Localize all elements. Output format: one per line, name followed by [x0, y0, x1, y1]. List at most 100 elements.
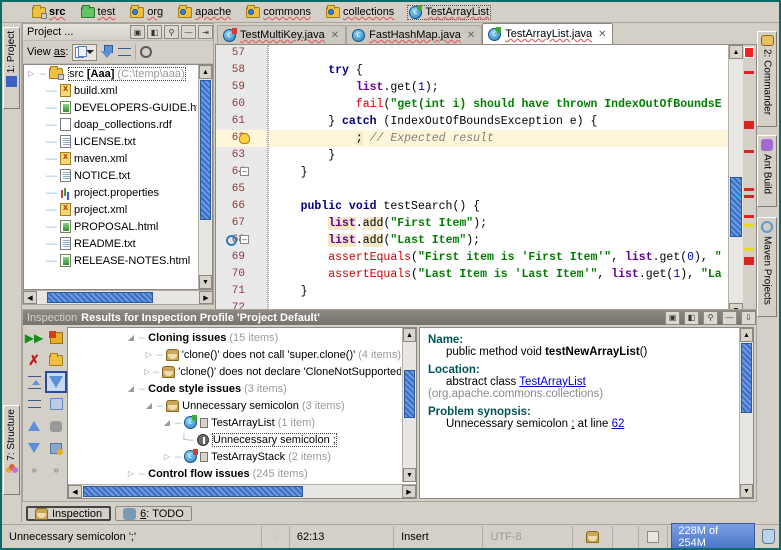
- tree-row[interactable]: ◢ – Unnecessary semicolon (3 items): [68, 397, 401, 414]
- caret-position[interactable]: 62:13: [290, 525, 395, 548]
- toggle-icon[interactable]: [646, 530, 659, 543]
- float-icon[interactable]: ▣: [665, 310, 680, 325]
- breadcrumb-item-testarraylist[interactable]: TestArrayList: [407, 4, 491, 20]
- view-as-dropdown[interactable]: [72, 43, 98, 61]
- scrollbar-thumb[interactable]: [83, 486, 303, 497]
- project-tree[interactable]: ▷ – src [Aaa] (C:\temp\aaa) — build.xml …: [23, 64, 213, 290]
- scrollbar-thumb[interactable]: [200, 80, 211, 220]
- tree-row[interactable]: — LICENSE.txt: [24, 133, 197, 150]
- chevron-right-icon[interactable]: ▷: [162, 452, 172, 461]
- error-stripe-mark[interactable]: [744, 215, 754, 218]
- scroll-up-icon[interactable]: ▲: [729, 45, 743, 59]
- tree-row[interactable]: — NOTICE.txt: [24, 167, 197, 184]
- inspection-tree-horizontal-scrollbar[interactable]: ◀ ▶: [68, 484, 416, 498]
- fold-collapse-icon[interactable]: –: [240, 167, 249, 176]
- breadcrumb-item-apache[interactable]: apache: [176, 4, 233, 19]
- garbage-collect-button[interactable]: [758, 529, 779, 544]
- tree-row[interactable]: — DEVELOPERS-GUIDE.html: [24, 99, 197, 116]
- close-icon[interactable]: ✗: [23, 349, 45, 371]
- close-icon[interactable]: ✕: [331, 30, 339, 41]
- minimize-icon[interactable]: —: [181, 25, 196, 39]
- suppress-icon[interactable]: [45, 415, 67, 437]
- rerun-icon[interactable]: ▶▶: [23, 327, 45, 349]
- sidebar-item-commander[interactable]: 2: Commander: [757, 31, 777, 127]
- project-tree-vertical-scrollbar[interactable]: ▲ ▼: [198, 65, 212, 289]
- breadcrumb-item-commons[interactable]: commons: [244, 4, 313, 19]
- inspection-tree-vertical-scrollbar[interactable]: ▲ ▼: [402, 328, 416, 482]
- tree-row[interactable]: — build.xml: [24, 82, 197, 99]
- error-stripe-mark[interactable]: [744, 257, 754, 265]
- error-stripe-marker-panel[interactable]: [743, 45, 756, 317]
- scroll-down-icon[interactable]: ▼: [199, 275, 212, 289]
- breadcrumb-item-src[interactable]: src: [30, 4, 68, 19]
- warning-stripe-mark[interactable]: [744, 248, 754, 251]
- error-stripe-mark[interactable]: [744, 47, 754, 58]
- scroll-left-icon[interactable]: ◀: [68, 485, 82, 498]
- hide-icon[interactable]: ⇥: [198, 25, 213, 39]
- tree-row[interactable]: ▷– TestArrayStack (2 items): [68, 448, 401, 465]
- scroll-down-icon[interactable]: ▼: [740, 484, 753, 498]
- more-left-icon[interactable]: »: [23, 459, 45, 481]
- autoscroll-to-source-icon[interactable]: [101, 45, 114, 59]
- tree-row[interactable]: ▷ – 'clone()' does not call 'super.clone(…: [68, 346, 401, 363]
- scroll-left-icon[interactable]: ◀: [23, 291, 37, 304]
- tree-row[interactable]: — RELEASE-NOTES.html: [24, 252, 197, 269]
- editor-vertical-scrollbar[interactable]: ▲ ▼: [728, 45, 743, 317]
- warning-stripe-mark[interactable]: [744, 224, 754, 227]
- scroll-up-icon[interactable]: ▲: [740, 328, 753, 342]
- inspection-profile-indicator[interactable]: [573, 525, 613, 548]
- sidebar-item-structure[interactable]: 7: Structure: [3, 405, 20, 495]
- error-stripe-mark[interactable]: [744, 71, 754, 74]
- minimize-icon[interactable]: —: [722, 310, 737, 325]
- next-occurrence-icon[interactable]: [23, 437, 45, 459]
- chevron-down-icon[interactable]: ◢: [126, 384, 136, 393]
- scroll-right-icon[interactable]: ▶: [199, 291, 213, 304]
- scroll-down-icon[interactable]: ▼: [403, 468, 416, 482]
- chevron-down-icon[interactable]: ◢: [126, 333, 136, 342]
- tree-row[interactable]: — project.properties: [24, 184, 197, 201]
- breadcrumb-item-collections[interactable]: collections: [324, 4, 396, 19]
- close-icon[interactable]: ✕: [598, 29, 606, 40]
- tab-todo[interactable]: 6: TODO: [115, 506, 192, 521]
- previous-occurrence-icon[interactable]: [23, 415, 45, 437]
- sidebar-item-ant-build[interactable]: Ant Build: [757, 135, 777, 207]
- detail-class-link[interactable]: TestArrayList: [519, 376, 585, 388]
- more-right-icon[interactable]: »: [45, 459, 67, 481]
- scrollbar-thumb[interactable]: [47, 292, 153, 303]
- scroll-right-icon[interactable]: ▶: [402, 485, 416, 498]
- filter-icon[interactable]: [45, 371, 67, 393]
- error-stripe-mark[interactable]: [744, 150, 754, 153]
- encoding-label[interactable]: UTF-8: [483, 525, 573, 548]
- dock-icon[interactable]: ◧: [684, 310, 699, 325]
- chevron-right-icon[interactable]: ▷: [126, 469, 136, 478]
- tab-testarraylist[interactable]: TestArrayList.java ✕: [482, 23, 614, 44]
- tab-testmultikey[interactable]: TestMultiKey.java ✕: [217, 25, 347, 44]
- collapse-all-icon[interactable]: [118, 46, 132, 59]
- scroll-up-icon[interactable]: ▲: [199, 65, 212, 79]
- expand-all-icon[interactable]: [23, 371, 45, 393]
- toggle-cell[interactable]: [639, 525, 669, 548]
- sidebar-item-project[interactable]: 1: Project: [3, 27, 20, 109]
- chevron-right-icon[interactable]: ▷: [28, 69, 37, 78]
- scrollbar-thumb[interactable]: [730, 177, 742, 237]
- sidebar-item-maven-projects[interactable]: Maven Projects: [757, 217, 777, 317]
- tree-row[interactable]: ◢ – Code style issues (3 items): [68, 380, 401, 397]
- chevron-down-icon[interactable]: ◢: [162, 418, 172, 427]
- float-icon[interactable]: ▣: [130, 25, 145, 39]
- export-icon[interactable]: [45, 327, 67, 349]
- tree-row[interactable]: ▷ – 'clone()' does not declare 'CloneNotS…: [68, 363, 401, 380]
- tree-row[interactable]: — maven.xml: [24, 150, 197, 167]
- tree-row[interactable]: — doap_collections.rdf: [24, 116, 197, 133]
- overriding-method-icon[interactable]: [226, 235, 237, 246]
- breadcrumb-item-org[interactable]: org: [128, 4, 165, 19]
- tree-row[interactable]: ◢ – Cloning issues (15 items): [68, 329, 401, 346]
- error-stripe-mark[interactable]: [744, 195, 754, 198]
- inspection-tree[interactable]: ◢ – Cloning issues (15 items) ▷ – 'clone()…: [67, 327, 417, 499]
- dock-icon[interactable]: ◧: [147, 25, 162, 39]
- background-task-indicator[interactable]: [262, 525, 290, 548]
- scroll-up-icon[interactable]: ▲: [403, 328, 416, 342]
- editor-gutter[interactable]: 57 58 59 60 61 62 63 64 65 66 67 68 69 7…: [216, 45, 268, 329]
- tree-row[interactable]: — project.xml: [24, 201, 197, 218]
- detail-vertical-scrollbar[interactable]: ▲ ▼: [739, 328, 753, 498]
- tree-row[interactable]: ▷ – src [Aaa] (C:\temp\aaa): [24, 65, 197, 82]
